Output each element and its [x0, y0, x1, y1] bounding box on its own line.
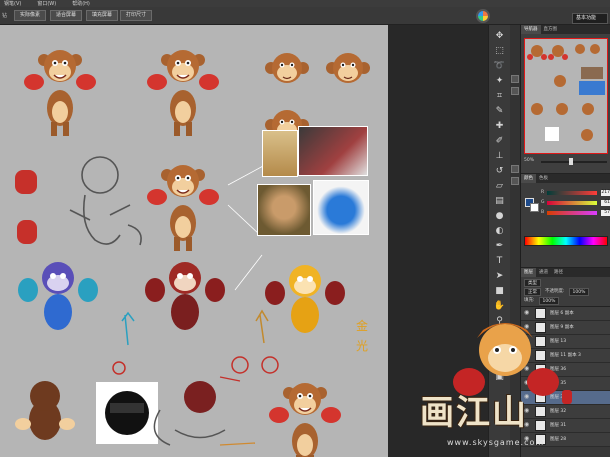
options-bar: 钻 实际像素 适合屏幕 填充屏幕 打印尺寸 基本功能 [0, 7, 610, 25]
reference-photo-real-monkey [257, 184, 311, 236]
gradient-tool-icon[interactable]: ▤ [492, 194, 507, 208]
shape-tool-icon[interactable]: ■ [492, 284, 507, 298]
svg-text:光: 光 [356, 339, 368, 353]
red-value[interactable]: 217 [601, 190, 610, 196]
menu-bar: 钢笔(V) 窗口(W) 帮助(H) [0, 0, 610, 7]
green-label: G [541, 200, 545, 205]
navigator-zoom-knob[interactable] [569, 158, 573, 165]
canvas-area[interactable]: 金 光 [0, 25, 488, 457]
fill-value[interactable]: 100% [538, 297, 560, 305]
fill-screen-button[interactable]: 填充屏幕 [86, 10, 119, 21]
monkey-concept-art: 金 光 [15, 49, 371, 457]
tab-layers[interactable]: 图层 [521, 268, 536, 277]
tab-histogram[interactable]: 直方图 [541, 25, 561, 34]
move-tool-icon[interactable]: ✥ [492, 29, 507, 43]
brush-tool-icon[interactable]: ✐ [492, 134, 507, 148]
layer-kind-filter[interactable]: 类型 [524, 279, 541, 287]
green-value[interactable]: 61 [601, 200, 610, 206]
fill-label: 填充: [524, 298, 535, 303]
color-spectrum[interactable] [524, 236, 608, 246]
path-select-tool-icon[interactable]: ➤ [492, 269, 507, 283]
menu-window[interactable]: 窗口(W) [37, 0, 56, 7]
type-tool-icon[interactable]: T [492, 254, 507, 268]
color-panel-background[interactable] [530, 203, 539, 212]
stamp-tool-icon[interactable]: ⊥ [492, 149, 507, 163]
actual-pixels-button[interactable]: 实际像素 [14, 10, 47, 21]
print-size-button[interactable]: 打印尺寸 [120, 10, 153, 21]
fit-screen-button[interactable]: 适合屏幕 [50, 10, 83, 21]
navigator-preview[interactable] [524, 38, 608, 154]
layers-controls: 类型 正常 不透明度: 100% 填充: 100% [521, 277, 610, 307]
svg-text:金: 金 [356, 318, 368, 333]
color-tabs: 颜色 色板 [521, 174, 610, 183]
navigator-panel: 50% [521, 34, 610, 174]
pen-tool-icon[interactable]: ✒ [492, 239, 507, 253]
reference-photo-gloves [313, 180, 369, 235]
marquee-tool-icon[interactable]: ⬚ [492, 44, 507, 58]
navigator-tabs: 导航器 直方图 [521, 25, 610, 34]
history-brush-tool-icon[interactable]: ↺ [492, 164, 507, 178]
tab-swatches[interactable]: 色板 [536, 174, 551, 183]
blue-value[interactable]: 57 [601, 210, 610, 216]
opacity-label: 不透明度: [545, 289, 565, 294]
healing-tool-icon[interactable]: ✚ [492, 119, 507, 133]
blend-mode-select[interactable]: 正常 [524, 288, 541, 296]
document-canvas[interactable]: 金 光 [0, 25, 388, 457]
color-panel: R 217 G 61 B 57 [521, 183, 610, 268]
eyedropper-tool-icon[interactable]: ✎ [492, 104, 507, 118]
reference-photo-monkey [262, 130, 298, 177]
history-panel-icon[interactable] [511, 75, 519, 83]
tab-color[interactable]: 颜色 [521, 174, 536, 183]
navigator-thumbnail [527, 44, 605, 141]
tab-channels[interactable]: 通道 [536, 268, 551, 277]
crop-tool-icon[interactable]: ⌗ [492, 89, 507, 103]
dodge-tool-icon[interactable]: ◐ [492, 224, 507, 238]
workspace-select[interactable]: 基本功能 [572, 13, 608, 24]
blue-slider[interactable] [547, 211, 597, 215]
info-panel-icon[interactable] [511, 177, 519, 185]
eraser-tool-icon[interactable]: ▱ [492, 179, 507, 193]
navigator-zoom-slider[interactable] [541, 161, 607, 163]
red-label: R [541, 190, 545, 195]
options-lead-label: 钻 [2, 13, 8, 19]
opacity-value[interactable]: 100% [568, 288, 590, 296]
watermark-url: www.skysgame.com [447, 438, 545, 447]
blur-tool-icon[interactable]: ● [492, 209, 507, 223]
menu-pen[interactable]: 钢笔(V) [4, 0, 21, 7]
tab-paths[interactable]: 路径 [551, 268, 566, 277]
red-slider[interactable] [547, 191, 597, 195]
lasso-tool-icon[interactable]: ➰ [492, 59, 507, 73]
game-logo-monkey [453, 323, 572, 404]
watermark-title: 画江山 [420, 393, 528, 433]
menu-help[interactable]: 帮助(H) [72, 0, 90, 7]
blue-label: B [541, 210, 545, 215]
magic-wand-tool-icon[interactable]: ✦ [492, 74, 507, 88]
green-slider[interactable] [547, 201, 597, 205]
navigator-zoom-value[interactable]: 50% [524, 158, 534, 163]
layers-tabs: 图层 通道 路径 [521, 268, 610, 277]
tab-navigator[interactable]: 导航器 [521, 25, 541, 34]
reference-photo-boxer [298, 126, 368, 176]
actions-panel-icon[interactable] [511, 87, 519, 95]
workspace-color-icon[interactable] [476, 9, 490, 23]
properties-panel-icon[interactable] [511, 165, 519, 173]
